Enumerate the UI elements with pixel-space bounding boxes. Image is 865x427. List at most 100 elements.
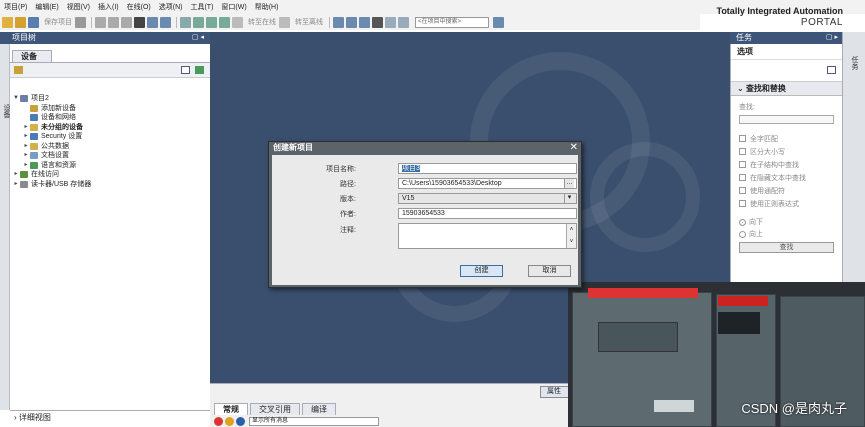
- menu-tools[interactable]: 工具(T): [186, 2, 217, 12]
- open-project-icon[interactable]: [15, 16, 26, 28]
- go-online-button[interactable]: 转至在线: [248, 17, 276, 27]
- tree-item[interactable]: ▼ 项目2: [10, 94, 210, 104]
- direction-radio[interactable]: 向上: [739, 228, 834, 240]
- tree-item[interactable]: ▸ 文档设置: [10, 151, 210, 161]
- find-button[interactable]: 查找: [739, 242, 834, 253]
- close-icon[interactable]: [372, 16, 383, 28]
- menu-view[interactable]: 视图(V): [63, 2, 94, 12]
- tab-cross-reference[interactable]: 交叉引用: [250, 403, 300, 415]
- delete-icon[interactable]: [134, 16, 145, 28]
- split-horizontal-icon[interactable]: [385, 16, 396, 28]
- save-project-button[interactable]: 保存项目: [44, 17, 72, 27]
- tree-item[interactable]: ▸ 语言和资源: [10, 161, 210, 171]
- find-option-checkbox[interactable]: 使用通配符: [739, 184, 834, 197]
- info-icon[interactable]: [236, 417, 245, 426]
- left-side-strip[interactable]: 设备: [0, 44, 10, 410]
- print-icon[interactable]: [75, 16, 86, 28]
- copy-icon[interactable]: [108, 16, 119, 28]
- tree-expander-icon[interactable]: ▸: [22, 142, 30, 152]
- paste-icon[interactable]: [121, 16, 132, 28]
- menu-help[interactable]: 帮助(H): [251, 2, 283, 12]
- simulation-icon[interactable]: [219, 16, 230, 28]
- collapse-panel-icon[interactable]: ▢ ◂: [192, 32, 204, 44]
- chevron-down-icon[interactable]: ▾: [564, 194, 574, 203]
- radio-circle[interactable]: [739, 230, 746, 238]
- author-field[interactable]: 15903654533: [398, 208, 577, 219]
- tree-expander-icon[interactable]: ▼: [12, 94, 20, 104]
- radio-circle[interactable]: [739, 218, 746, 226]
- go-offline-icon[interactable]: [279, 16, 290, 28]
- tree-expander-icon[interactable]: ▸: [12, 170, 20, 180]
- tree-item[interactable]: ▸ 读卡器/USB 存储器: [10, 180, 210, 190]
- redo-icon[interactable]: [160, 16, 171, 28]
- tasks-panel-controls-icon[interactable]: ▢ ▸: [826, 32, 838, 44]
- find-option-checkbox[interactable]: 区分大小写: [739, 145, 834, 158]
- checkbox-box[interactable]: [739, 161, 746, 168]
- tree-expander-icon[interactable]: ▸: [22, 123, 30, 133]
- menu-edit[interactable]: 编辑(E): [31, 2, 62, 12]
- version-select[interactable]: V15 ▾: [398, 193, 577, 204]
- tree-item[interactable]: ▸ 在线访问: [10, 170, 210, 180]
- download-icon[interactable]: [193, 16, 204, 28]
- grid-icon[interactable]: [14, 66, 23, 74]
- menu-window[interactable]: 窗口(W): [217, 2, 250, 12]
- project-search-input[interactable]: <在项目中搜索>: [415, 16, 489, 28]
- checkbox-box[interactable]: [739, 174, 746, 181]
- checkbox-box[interactable]: [739, 135, 746, 142]
- find-option-checkbox[interactable]: 在子结构中查找: [739, 158, 834, 171]
- tree-expander-icon[interactable]: ▸: [22, 151, 30, 161]
- cancel-button[interactable]: 取消: [528, 265, 571, 277]
- add-icon[interactable]: [195, 66, 204, 74]
- go-offline-button[interactable]: 转至离线: [295, 17, 323, 27]
- start-cpu-icon[interactable]: [346, 16, 357, 28]
- tree-item[interactable]: ▸ 未分组的设备: [10, 123, 210, 133]
- tree-item[interactable]: 添加新设备: [10, 104, 210, 114]
- tree-expander-icon[interactable]: ▸: [22, 161, 30, 171]
- upload-icon[interactable]: [206, 16, 217, 28]
- comment-scrollbar[interactable]: ˄ ˅: [566, 224, 576, 248]
- find-replace-section[interactable]: ⌄ 查找和替换: [731, 82, 842, 96]
- dialog-close-icon[interactable]: ✕: [570, 142, 578, 153]
- find-option-checkbox[interactable]: 使用正则表达式: [739, 197, 834, 210]
- project-name-field[interactable]: 项目3: [398, 163, 577, 174]
- right-side-strip[interactable]: 任务: [842, 32, 865, 282]
- compile-icon[interactable]: [180, 16, 191, 28]
- detail-view-toggle-icon[interactable]: ›: [14, 413, 17, 422]
- find-input[interactable]: [739, 115, 834, 124]
- tree-item[interactable]: 设备和网络: [10, 113, 210, 123]
- direction-radio[interactable]: 向下: [739, 216, 834, 228]
- error-icon[interactable]: [214, 417, 223, 426]
- create-button[interactable]: 创建: [460, 265, 503, 277]
- search-icon[interactable]: [493, 16, 504, 28]
- checkbox-box[interactable]: [739, 148, 746, 155]
- save-icon[interactable]: [28, 16, 39, 28]
- tree-expander-icon[interactable]: ▸: [22, 132, 30, 142]
- undo-icon[interactable]: [147, 16, 158, 28]
- cut-icon[interactable]: [95, 16, 106, 28]
- browse-button[interactable]: ...: [564, 179, 574, 188]
- tab-compile[interactable]: 编译: [302, 403, 336, 415]
- go-online-icon[interactable]: [232, 16, 243, 28]
- warning-icon[interactable]: [225, 417, 234, 426]
- checkbox-box[interactable]: [739, 187, 746, 194]
- accessible-devices-icon[interactable]: [333, 16, 344, 28]
- path-field[interactable]: C:\Users\15903654533\Desktop...: [398, 178, 577, 189]
- menu-online[interactable]: 在线(O): [123, 2, 155, 12]
- checkbox-box[interactable]: [739, 200, 746, 207]
- find-option-checkbox[interactable]: 在隐藏文本中查找: [739, 171, 834, 184]
- tab-general[interactable]: 常规: [214, 403, 248, 415]
- menu-insert[interactable]: 插入(I): [94, 2, 123, 12]
- view-icon[interactable]: [181, 66, 190, 74]
- stop-cpu-icon[interactable]: [359, 16, 370, 28]
- options-view-icon[interactable]: [827, 66, 836, 74]
- tree-expander-icon[interactable]: ▸: [12, 180, 20, 190]
- message-filter-select[interactable]: 显示所有消息: [249, 417, 379, 426]
- split-vertical-icon[interactable]: [398, 16, 409, 28]
- find-option-checkbox[interactable]: 全字匹配: [739, 132, 834, 145]
- tree-item[interactable]: ▸ Security 设置: [10, 132, 210, 142]
- menu-options[interactable]: 选项(N): [155, 2, 187, 12]
- comment-field[interactable]: ˄ ˅: [398, 223, 577, 249]
- menu-project[interactable]: 项目(P): [0, 2, 31, 12]
- new-project-icon[interactable]: [2, 16, 13, 28]
- detail-view-section[interactable]: › 详细视图: [10, 410, 210, 427]
